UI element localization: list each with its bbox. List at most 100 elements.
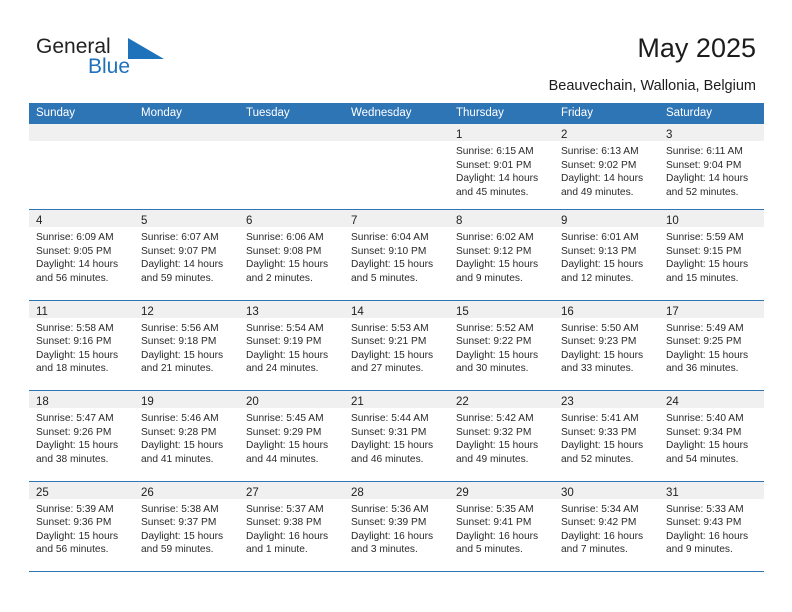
day-number-strip: 7 bbox=[344, 210, 449, 227]
calendar-day-cell[interactable]: 10 Sunrise: 5:59 AM Sunset: 9:15 PM Dayligh… bbox=[659, 210, 764, 300]
calendar-day-cell[interactable]: 1 Sunrise: 6:15 AM Sunset: 9:01 PM Daylight… bbox=[449, 124, 554, 209]
day-detail-line: and 5 minutes. bbox=[456, 544, 523, 556]
day-detail-line: Daylight: 16 hours bbox=[561, 530, 644, 542]
day-detail-line: Daylight: 15 hours bbox=[666, 259, 749, 271]
day-number: 5 bbox=[141, 215, 148, 227]
day-detail-line: Daylight: 15 hours bbox=[246, 259, 329, 271]
calendar-day-cell[interactable]: 8 Sunrise: 6:02 AM Sunset: 9:12 PM Daylight… bbox=[449, 210, 554, 300]
day-details: Sunrise: 6:04 AM Sunset: 9:10 PM Daylight:… bbox=[344, 227, 449, 285]
day-number: 29 bbox=[456, 486, 469, 499]
page-subtitle: Beauvechain, Wallonia, Belgium bbox=[548, 78, 756, 94]
calendar-day-cell[interactable]: 4 Sunrise: 6:09 AM Sunset: 9:05 PM Daylight… bbox=[29, 210, 134, 300]
calendar-day-cell[interactable]: 15 Sunrise: 5:52 AM Sunset: 9:22 PM Dayligh… bbox=[449, 300, 554, 391]
calendar-day-cell[interactable]: 13 Sunrise: 5:54 AM Sunset: 9:19 PM Dayligh… bbox=[239, 300, 344, 391]
day-details: Sunrise: 5:40 AM Sunset: 9:34 PM Daylight:… bbox=[659, 408, 764, 466]
calendar-day-cell[interactable]: 26 Sunrise: 5:38 AM Sunset: 9:37 PM Dayligh… bbox=[134, 481, 239, 572]
day-detail-line: Daylight: 16 hours bbox=[351, 530, 434, 542]
brand-logo[interactable]: General Blue bbox=[36, 36, 266, 84]
calendar-day-cell[interactable]: 11 Sunrise: 5:58 AM Sunset: 9:16 PM Dayligh… bbox=[29, 300, 134, 391]
calendar-day-cell[interactable]: 7 Sunrise: 6:04 AM Sunset: 9:10 PM Daylight… bbox=[344, 210, 449, 300]
calendar-day-cell[interactable]: 27 Sunrise: 5:37 AM Sunset: 9:38 PM Dayligh… bbox=[239, 481, 344, 572]
day-detail-line: Sunrise: 5:50 AM bbox=[561, 322, 639, 334]
day-detail-line: Daylight: 15 hours bbox=[141, 530, 224, 542]
calendar-day-cell[interactable]: 3 Sunrise: 6:11 AM Sunset: 9:04 PM Daylight… bbox=[659, 124, 764, 209]
calendar-day-cell[interactable]: 24 Sunrise: 5:40 AM Sunset: 9:34 PM Dayligh… bbox=[659, 391, 764, 481]
day-detail-line: Sunrise: 6:02 AM bbox=[456, 232, 534, 243]
day-details: Sunrise: 6:02 AM Sunset: 9:12 PM Daylight:… bbox=[449, 227, 554, 285]
calendar-day-cell[interactable]: 29 Sunrise: 5:35 AM Sunset: 9:41 PM Dayligh… bbox=[449, 481, 554, 572]
day-detail-line: Sunset: 9:15 PM bbox=[666, 245, 742, 257]
day-number-strip: 5 bbox=[134, 210, 239, 227]
day-number: 25 bbox=[36, 486, 49, 499]
day-detail-line: Daylight: 15 hours bbox=[561, 440, 644, 452]
day-number: 12 bbox=[141, 305, 154, 318]
day-detail-line: Daylight: 14 hours bbox=[36, 259, 119, 271]
day-number-strip: 8 bbox=[449, 210, 554, 227]
calendar-day-cell[interactable]: 9 Sunrise: 6:01 AM Sunset: 9:13 PM Daylight… bbox=[554, 210, 659, 300]
calendar-day-cell[interactable]: 20 Sunrise: 5:45 AM Sunset: 9:29 PM Dayligh… bbox=[239, 391, 344, 481]
day-number-strip: 12 bbox=[134, 300, 239, 318]
calendar-day-cell[interactable]: 18 Sunrise: 5:47 AM Sunset: 9:26 PM Dayligh… bbox=[29, 391, 134, 481]
day-number: 2 bbox=[561, 129, 568, 141]
day-detail-line: Sunrise: 6:07 AM bbox=[141, 232, 219, 243]
calendar-day-cell[interactable]: 31 Sunrise: 5:33 AM Sunset: 9:43 PM Dayligh… bbox=[659, 481, 764, 572]
day-detail-line: and 7 minutes. bbox=[561, 544, 628, 556]
calendar-day-cell[interactable]: 25 Sunrise: 5:39 AM Sunset: 9:36 PM Dayligh… bbox=[29, 481, 134, 572]
day-details: Sunrise: 5:35 AM Sunset: 9:41 PM Daylight:… bbox=[449, 499, 554, 557]
day-number-strip: 29 bbox=[449, 481, 554, 499]
day-detail-line: Sunrise: 5:49 AM bbox=[666, 322, 744, 334]
calendar-day-cell[interactable]: 23 Sunrise: 5:41 AM Sunset: 9:33 PM Dayligh… bbox=[554, 391, 659, 481]
day-detail-line: and 56 minutes. bbox=[36, 544, 109, 556]
calendar-day-cell[interactable]: 2 Sunrise: 6:13 AM Sunset: 9:02 PM Daylight… bbox=[554, 124, 659, 209]
day-number: 31 bbox=[666, 486, 679, 499]
calendar-day-cell[interactable]: 6 Sunrise: 6:06 AM Sunset: 9:08 PM Daylight… bbox=[239, 210, 344, 300]
day-details: Sunrise: 6:07 AM Sunset: 9:07 PM Daylight:… bbox=[134, 227, 239, 285]
day-number: 16 bbox=[561, 305, 574, 318]
day-detail-line: Daylight: 15 hours bbox=[666, 349, 749, 361]
day-number: 22 bbox=[456, 396, 469, 408]
calendar-day-cell[interactable]: 12 Sunrise: 5:56 AM Sunset: 9:18 PM Dayligh… bbox=[134, 300, 239, 391]
day-detail-line: Sunset: 9:31 PM bbox=[351, 426, 427, 438]
calendar-day-cell[interactable]: 30 Sunrise: 5:34 AM Sunset: 9:42 PM Dayligh… bbox=[554, 481, 659, 572]
day-detail-line: Sunset: 9:16 PM bbox=[36, 336, 112, 348]
weekday-header-wednesday: Wednesday bbox=[351, 107, 412, 119]
day-number-strip: 10 bbox=[659, 210, 764, 227]
weekday-header-thursday: Thursday bbox=[456, 107, 504, 119]
day-detail-line: Daylight: 15 hours bbox=[561, 259, 644, 271]
calendar-week-row: 4 Sunrise: 6:09 AM Sunset: 9:05 PM Daylight… bbox=[29, 210, 764, 301]
triangle-logo-icon bbox=[128, 38, 166, 59]
day-details: Sunrise: 5:47 AM Sunset: 9:26 PM Daylight:… bbox=[29, 408, 134, 466]
day-detail-line: Sunrise: 5:46 AM bbox=[141, 413, 219, 424]
day-number: 13 bbox=[246, 305, 259, 318]
calendar-day-cell[interactable]: 16 Sunrise: 5:50 AM Sunset: 9:23 PM Dayligh… bbox=[554, 300, 659, 391]
calendar-day-cell[interactable]: 14 Sunrise: 5:53 AM Sunset: 9:21 PM Dayligh… bbox=[344, 300, 449, 391]
day-detail-line: and 18 minutes. bbox=[36, 363, 109, 375]
day-number-strip: 16 bbox=[554, 300, 659, 318]
day-detail-line: and 27 minutes. bbox=[351, 363, 424, 375]
calendar-day-cell[interactable]: 5 Sunrise: 6:07 AM Sunset: 9:07 PM Daylight… bbox=[134, 210, 239, 300]
day-detail-line: and 49 minutes. bbox=[561, 186, 634, 198]
day-detail-line: and 3 minutes. bbox=[351, 544, 418, 556]
day-number: 19 bbox=[141, 396, 154, 408]
day-number: 21 bbox=[351, 396, 364, 408]
calendar-day-cell[interactable]: 21 Sunrise: 5:44 AM Sunset: 9:31 PM Dayligh… bbox=[344, 391, 449, 481]
day-detail-line: Sunset: 9:26 PM bbox=[36, 426, 112, 438]
calendar-day-cell[interactable]: 17 Sunrise: 5:49 AM Sunset: 9:25 PM Dayligh… bbox=[659, 300, 764, 391]
day-detail-line: Sunset: 9:25 PM bbox=[666, 336, 742, 348]
day-number-strip: 20 bbox=[239, 391, 344, 408]
calendar-week-row: 1 Sunrise: 6:15 AM Sunset: 9:01 PM Daylight… bbox=[29, 124, 764, 210]
weekday-header-row: Sunday Monday Tuesday Wednesday Thursday Frid… bbox=[29, 103, 764, 124]
calendar-day-cell[interactable]: 19 Sunrise: 5:46 AM Sunset: 9:28 PM Dayligh… bbox=[134, 391, 239, 481]
day-detail-line: Daylight: 14 hours bbox=[141, 259, 224, 271]
day-detail-line: Daylight: 15 hours bbox=[561, 349, 644, 361]
calendar-week-row: 25 Sunrise: 5:39 AM Sunset: 9:36 PM Dayligh… bbox=[29, 481, 764, 572]
day-details: Sunrise: 6:09 AM Sunset: 9:05 PM Daylight:… bbox=[29, 227, 134, 285]
day-details: Sunrise: 5:54 AM Sunset: 9:19 PM Daylight:… bbox=[239, 318, 344, 376]
day-number-strip: 26 bbox=[134, 481, 239, 499]
calendar-day-cell[interactable]: 22 Sunrise: 5:42 AM Sunset: 9:32 PM Dayligh… bbox=[449, 391, 554, 481]
day-detail-line: Sunrise: 5:39 AM bbox=[36, 503, 114, 515]
day-details: Sunrise: 6:06 AM Sunset: 9:08 PM Daylight:… bbox=[239, 227, 344, 285]
calendar-day-cell[interactable]: 28 Sunrise: 5:36 AM Sunset: 9:39 PM Dayligh… bbox=[344, 481, 449, 572]
day-detail-line: Daylight: 15 hours bbox=[456, 440, 539, 452]
day-detail-line: Daylight: 15 hours bbox=[141, 440, 224, 452]
